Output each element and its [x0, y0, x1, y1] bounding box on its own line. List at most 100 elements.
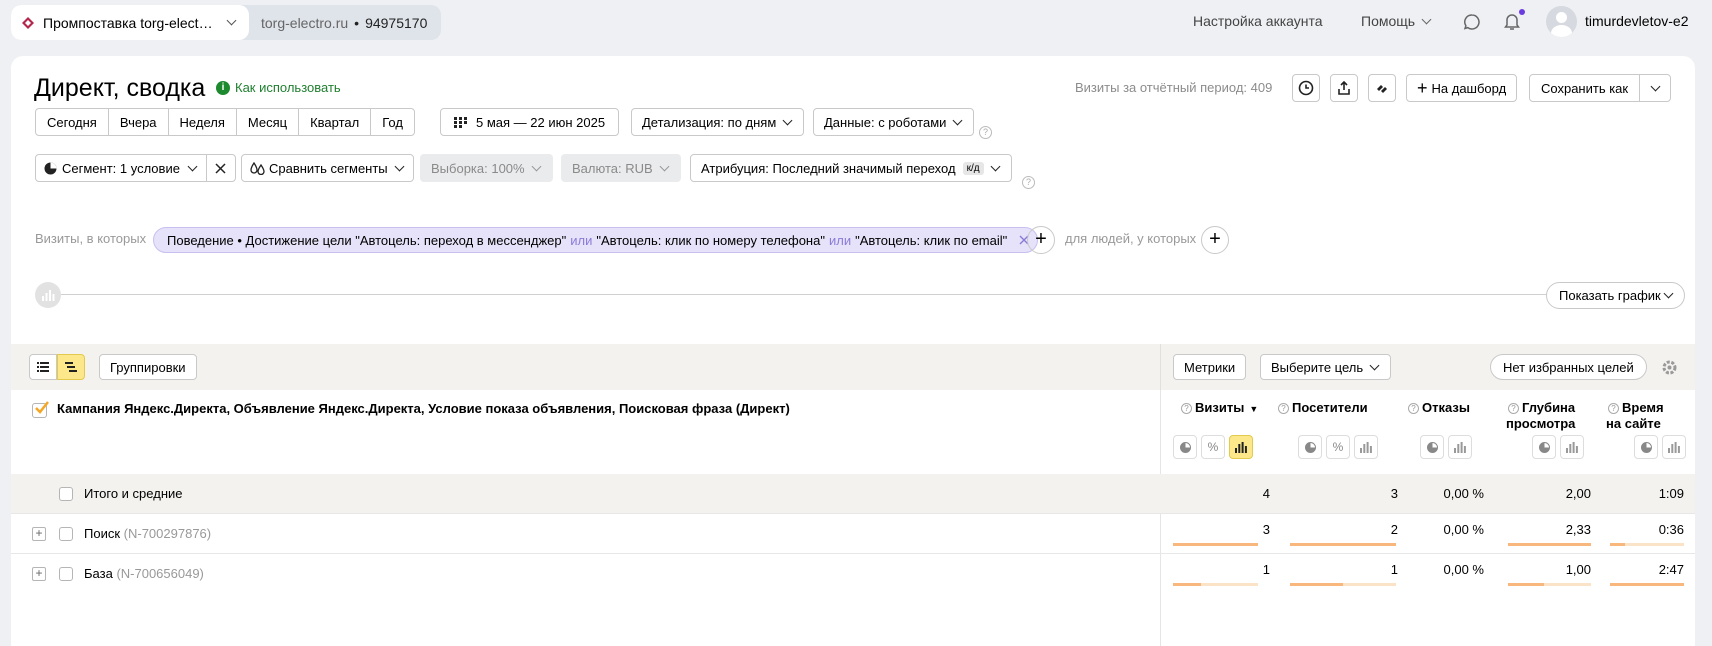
- pie-chart-icon: [1179, 441, 1191, 453]
- row-name-cell[interactable]: Поиск (N-700297876): [84, 526, 211, 541]
- add-condition-button[interactable]: +: [1027, 226, 1055, 254]
- report-card: Директ, сводка i Как использовать Визиты…: [11, 56, 1695, 646]
- bar-chart-icon: [1360, 441, 1372, 453]
- attribution-dropdown[interactable]: Атрибуция: Последний значимый переход к/…: [690, 154, 1012, 182]
- help-icon[interactable]: ?: [1181, 403, 1192, 414]
- row-checkbox[interactable]: [59, 527, 73, 541]
- period-today[interactable]: Сегодня: [36, 109, 109, 135]
- totals-label: Итого и средние: [84, 486, 183, 501]
- help-icon[interactable]: ?: [1408, 403, 1419, 414]
- column-time[interactable]: ? Время на сайте: [1606, 400, 1664, 432]
- upload-icon: [1338, 80, 1350, 95]
- select-all-checkbox[interactable]: [32, 401, 49, 418]
- add-people-condition-button[interactable]: +: [1201, 226, 1229, 254]
- bar-view-button[interactable]: [1229, 435, 1253, 459]
- period-week[interactable]: Неделя: [169, 109, 237, 135]
- top-bar: Промпоставка torg-elect… torg-electro.ru…: [0, 0, 1712, 46]
- chat-icon[interactable]: [1463, 13, 1481, 31]
- bar-view-button[interactable]: [1448, 435, 1472, 459]
- column-depth[interactable]: ? Глубина просмотра: [1506, 400, 1575, 432]
- condition-part2: "Автоцель: клик по номеру телефона": [596, 232, 825, 248]
- visits-period: Визиты за отчётный период: 409: [1075, 80, 1273, 95]
- help-icon[interactable]: ?: [1508, 403, 1519, 414]
- attribution-help-icon[interactable]: ?: [1022, 176, 1035, 189]
- condition-chip[interactable]: Поведение • Достижение цели "Автоцель: п…: [153, 227, 1039, 253]
- percent-view-button[interactable]: %: [1201, 435, 1225, 459]
- bar-view-button[interactable]: [1354, 435, 1378, 459]
- bar-view-button[interactable]: [1560, 435, 1584, 459]
- metrics-button[interactable]: Метрики: [1173, 354, 1247, 380]
- howto-link[interactable]: i Как использовать: [216, 80, 341, 95]
- notifications-bell-icon[interactable]: [1503, 12, 1521, 32]
- period-year[interactable]: Год: [371, 109, 414, 135]
- help-icon[interactable]: ?: [1278, 403, 1289, 414]
- counter-selector[interactable]: Промпоставка torg-elect… torg-electro.ru…: [11, 5, 442, 40]
- row-time-bar: [1610, 543, 1684, 546]
- show-chart-button[interactable]: Показать график: [1546, 282, 1685, 309]
- period-quarter[interactable]: Квартал: [299, 109, 372, 135]
- expand-row-icon[interactable]: +: [32, 527, 46, 541]
- row-name-cell[interactable]: База (N-700656049): [84, 566, 204, 581]
- help-icon[interactable]: ?: [1608, 403, 1619, 414]
- period-yesterday[interactable]: Вчера: [109, 109, 169, 135]
- segment-button[interactable]: Сегмент: 1 условие: [36, 155, 207, 181]
- choose-goal-dropdown[interactable]: Выберите цель: [1260, 354, 1392, 380]
- pie-view-button[interactable]: [1298, 435, 1322, 459]
- drops-icon: [250, 161, 265, 175]
- pie-view-button[interactable]: [1634, 435, 1658, 459]
- row-visits: 3: [1262, 522, 1270, 537]
- currency-dropdown[interactable]: Валюта: RUB: [561, 154, 681, 182]
- table-row[interactable]: + Поиск (N-700297876) 3 2 0,00 % 2,33 0:…: [11, 514, 1695, 554]
- compare-segments-label: Сравнить сегменты: [269, 160, 388, 176]
- history-button[interactable]: [1292, 74, 1320, 102]
- save-as-button[interactable]: Сохранить как: [1530, 75, 1641, 101]
- groupings-button[interactable]: Группировки: [99, 354, 197, 380]
- row-visitors-bar: [1290, 583, 1396, 586]
- account-settings-link[interactable]: Настройка аккаунта: [1193, 13, 1323, 29]
- counter-name-block[interactable]: Промпоставка torg-elect…: [11, 5, 249, 40]
- period-month[interactable]: Месяц: [237, 109, 300, 135]
- data-mode-help-icon[interactable]: ?: [979, 126, 992, 139]
- share-button[interactable]: [1368, 74, 1396, 102]
- counter-site-block[interactable]: torg-electro.ru • 94975170: [249, 5, 441, 40]
- period-selector: Сегодня Вчера Неделя Месяц Квартал Год: [35, 108, 415, 136]
- percent-view-button[interactable]: %: [1326, 435, 1350, 459]
- expand-row-icon[interactable]: +: [32, 567, 46, 581]
- bar-chart-icon: [1668, 441, 1680, 453]
- condition-or1: или: [570, 232, 593, 248]
- favorite-goals-button[interactable]: Нет избранных целей: [1490, 354, 1647, 380]
- sample-dropdown[interactable]: Выборка: 100%: [420, 154, 553, 182]
- detail-dropdown[interactable]: Детализация: по дням: [631, 108, 805, 136]
- dimension-header[interactable]: Кампания Яндекс.Директа, Объявление Янде…: [57, 401, 790, 416]
- save-as-dropdown[interactable]: [1640, 75, 1670, 101]
- segment-clear-button[interactable]: [207, 155, 235, 181]
- show-chart-label: Показать график: [1559, 288, 1661, 303]
- column-visitors[interactable]: ? Посетители: [1278, 400, 1368, 416]
- row-time: 2:47: [1658, 562, 1684, 577]
- gear-icon[interactable]: [1661, 359, 1678, 376]
- totals-checkbox[interactable]: [59, 487, 73, 501]
- chart-toggle-icon[interactable]: [35, 282, 61, 308]
- toolbar-divider: [1160, 344, 1161, 390]
- username[interactable]: timurdevletov-e2: [1585, 13, 1689, 29]
- row-time: 0:36: [1658, 522, 1684, 537]
- row-checkbox[interactable]: [59, 567, 73, 581]
- tree-view-button[interactable]: [57, 354, 85, 380]
- date-range-button[interactable]: 5 мая — 22 июн 2025: [440, 108, 620, 136]
- help-menu[interactable]: Помощь: [1361, 13, 1432, 29]
- chevron-down-icon: [1663, 288, 1674, 299]
- data-mode-dropdown[interactable]: Данные: с роботами: [813, 108, 975, 136]
- export-button[interactable]: [1330, 74, 1358, 102]
- pie-view-button[interactable]: [1420, 435, 1444, 459]
- avatar[interactable]: [1546, 6, 1577, 37]
- column-visits[interactable]: ? Визиты ▼: [1181, 400, 1258, 417]
- bar-view-button[interactable]: [1662, 435, 1686, 459]
- to-dashboard-button[interactable]: + На дашборд: [1406, 74, 1518, 102]
- counter-logo-icon: [22, 16, 34, 29]
- pie-view-button[interactable]: [1532, 435, 1556, 459]
- list-view-button[interactable]: [29, 354, 57, 380]
- column-bounces[interactable]: ? Отказы: [1408, 400, 1470, 416]
- compare-segments-button[interactable]: Сравнить сегменты: [241, 154, 414, 182]
- table-row[interactable]: + База (N-700656049) 1 1 0,00 % 1,00 2:4…: [11, 554, 1695, 594]
- pie-view-button[interactable]: [1173, 435, 1197, 459]
